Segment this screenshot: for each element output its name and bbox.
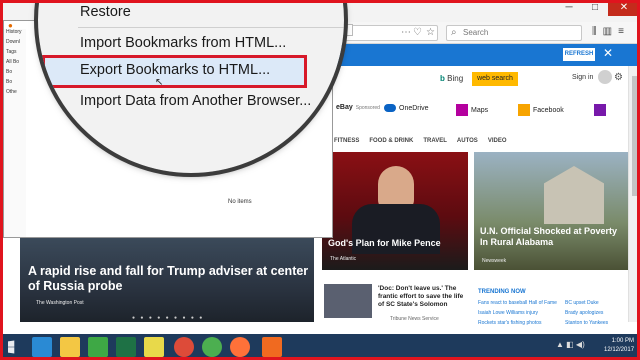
trending-item[interactable]: Rockets star's fishing photos xyxy=(478,320,541,327)
page-scrollbar[interactable] xyxy=(628,66,640,322)
taskbar-explorer-icon[interactable] xyxy=(60,337,80,357)
menu-separator xyxy=(78,27,344,28)
news-tile-alabama[interactable]: U.N. Official Shocked at Poverty In Rura… xyxy=(474,152,628,270)
import-html-menu-item[interactable]: Import Bookmarks from HTML... xyxy=(80,35,286,51)
taskbar-ie-icon[interactable] xyxy=(32,337,52,357)
menu-icon[interactable]: ≡ xyxy=(618,26,624,37)
tile-source: Newsweek xyxy=(482,258,507,264)
news-tile-main[interactable]: A rapid rise and fall for Trump adviser … xyxy=(20,238,314,322)
restore-menu-item[interactable]: Restore xyxy=(80,4,131,20)
sidebar-icon[interactable]: ▥ xyxy=(603,26,612,37)
restore-label: Restore xyxy=(80,4,131,20)
cat-food[interactable]: FOOD & DRINK xyxy=(369,138,413,144)
house-image xyxy=(544,166,604,224)
tile-title: A rapid rise and fall for Trump adviser … xyxy=(28,264,309,293)
taskbar-firefox-icon[interactable] xyxy=(230,337,250,357)
service-facebook[interactable]: Facebook xyxy=(518,104,564,116)
taskbar-chrome-icon[interactable] xyxy=(174,337,194,357)
carousel-dots[interactable]: ● ● ● ● ● ● ● ● ● xyxy=(132,315,204,321)
service-maps[interactable]: Maps xyxy=(456,104,488,116)
refresh-button[interactable]: REFRESH xyxy=(563,48,595,61)
cat-video[interactable]: VIDEO xyxy=(488,138,507,144)
clock-time: 1:00 PM xyxy=(611,338,635,344)
trending-item[interactable]: BC upset Duke xyxy=(565,300,599,307)
export-html-label: Export Bookmarks to HTML... xyxy=(80,62,271,78)
no-items-label: No items xyxy=(228,199,252,205)
trending-item[interactable]: Brady apologizes xyxy=(565,310,603,317)
close-button[interactable]: ✕ xyxy=(608,0,640,16)
taskbar-chrome2-icon[interactable] xyxy=(202,337,222,357)
facebook-label: Facebook xyxy=(533,106,564,114)
trending-item[interactable]: Fans react to baseball Hall of Fame xyxy=(478,300,557,307)
tree-item-bookmarks-menu[interactable]: Bo xyxy=(4,79,26,89)
page-actions-icon[interactable]: ⋯ xyxy=(401,27,411,38)
tree-item-bookmarks-toolbar[interactable]: Bo xyxy=(4,69,26,79)
tile-title: God's Plan for Mike Pence xyxy=(328,238,441,248)
search-placeholder: Search xyxy=(463,28,489,37)
settings-gear-icon[interactable]: ⚙ xyxy=(614,72,623,83)
tile-source: The Atlantic xyxy=(330,256,357,262)
import-other-label: Import Data from Another Browser... xyxy=(80,93,312,109)
maps-label: Maps xyxy=(471,106,489,114)
import-other-browser-menu-item[interactable]: Import Data from Another Browser... xyxy=(80,93,311,109)
import-backup-menu: Restore Import Bookmarks from HTML... Ex… xyxy=(38,0,344,173)
tree-item-all-bookmarks[interactable]: All Bo xyxy=(4,59,26,69)
web-search-button[interactable]: web search xyxy=(472,72,518,86)
taskbar-excel-icon[interactable] xyxy=(116,337,136,357)
system-tray[interactable]: ▲ ◧ ◀) xyxy=(556,340,585,349)
window-controls: ─ □ ✕ xyxy=(556,0,640,16)
onenote-icon xyxy=(594,104,606,116)
tree-item-tags[interactable]: Tags xyxy=(4,49,26,59)
trending-item[interactable]: Stanton to Yankees xyxy=(565,320,608,327)
taskbar: ▲ ◧ ◀) 1:00 PM 12/12/2017 xyxy=(0,334,640,360)
tree-item-history[interactable]: History xyxy=(4,29,26,39)
clock[interactable]: 1:00 PM 12/12/2017 xyxy=(604,337,634,355)
trending-header: TRENDING NOW xyxy=(478,289,526,295)
tile-source: The Washington Post xyxy=(36,300,84,306)
news-item-title[interactable]: 'Doc: Don't leave us.' The frantic effor… xyxy=(378,285,470,309)
sign-in-link[interactable]: Sign in xyxy=(572,74,593,81)
taskbar-media-icon[interactable] xyxy=(88,337,108,357)
clock-date: 12/12/2017 xyxy=(604,347,635,353)
tree-item-downloads[interactable]: Downl xyxy=(4,39,26,49)
minimize-button[interactable]: ─ xyxy=(556,0,582,16)
bing-logo: b Bing xyxy=(440,74,463,83)
onedrive-label: OneDrive xyxy=(399,104,429,112)
toolbar-icons: ⫼ ▥ ≡ xyxy=(592,26,624,37)
avatar[interactable] xyxy=(598,70,612,84)
pocket-icon[interactable]: ♡ xyxy=(413,27,422,38)
category-nav: FITNESS FOOD & DRINK TRAVEL AUTOS VIDEO xyxy=(334,138,506,144)
taskbar-sticky-icon[interactable] xyxy=(144,337,164,357)
search-input[interactable]: ⌕ Search xyxy=(446,25,582,41)
import-html-label: Import Bookmarks from HTML... xyxy=(80,35,287,51)
maximize-button[interactable]: □ xyxy=(582,0,608,16)
search-icon: ⌕ xyxy=(451,27,457,38)
cat-autos[interactable]: AUTOS xyxy=(457,138,478,144)
taskbar-app-icon[interactable] xyxy=(262,337,282,357)
service-onenote[interactable] xyxy=(594,104,606,116)
scrollbar-thumb[interactable] xyxy=(632,76,638,196)
news-item-source: Tribune News Service xyxy=(390,316,439,322)
news-thumbnail[interactable] xyxy=(324,284,372,318)
library-icon[interactable]: ⫼ xyxy=(592,26,597,37)
start-windows-icon[interactable] xyxy=(8,340,15,354)
trending-item[interactable]: Isaiah Lowe Williams injury xyxy=(478,310,538,317)
screen: ─ □ ✕ ⋯ ♡ ☆ ⌕ Search ⫼ ▥ ≡ REFRESH ✕ b B… xyxy=(0,0,640,360)
tree-item-other[interactable]: Othe xyxy=(4,89,26,99)
service-onedrive[interactable]: OneDrive xyxy=(384,104,429,112)
ebay-sponsored: Sponsored xyxy=(355,104,380,111)
close-icon[interactable]: ✕ xyxy=(603,46,613,60)
star-icon[interactable]: ☆ xyxy=(426,27,435,38)
facebook-icon xyxy=(518,104,530,116)
cat-travel[interactable]: TRAVEL xyxy=(423,138,447,144)
bing-label: Bing xyxy=(447,74,464,83)
export-html-menu-item[interactable]: Export Bookmarks to HTML... xyxy=(80,62,270,78)
library-tree: History Downl Tags All Bo Bo Bo Othe xyxy=(4,29,26,237)
maps-icon xyxy=(456,104,468,116)
zoom-lens: Restore Import Bookmarks from HTML... Ex… xyxy=(38,0,344,173)
tile-title: U.N. Official Shocked at Poverty In Rura… xyxy=(480,226,618,247)
cloud-icon xyxy=(384,104,396,112)
bing-b-icon: b xyxy=(440,74,445,83)
mouse-cursor-icon: ↖ xyxy=(155,77,164,88)
